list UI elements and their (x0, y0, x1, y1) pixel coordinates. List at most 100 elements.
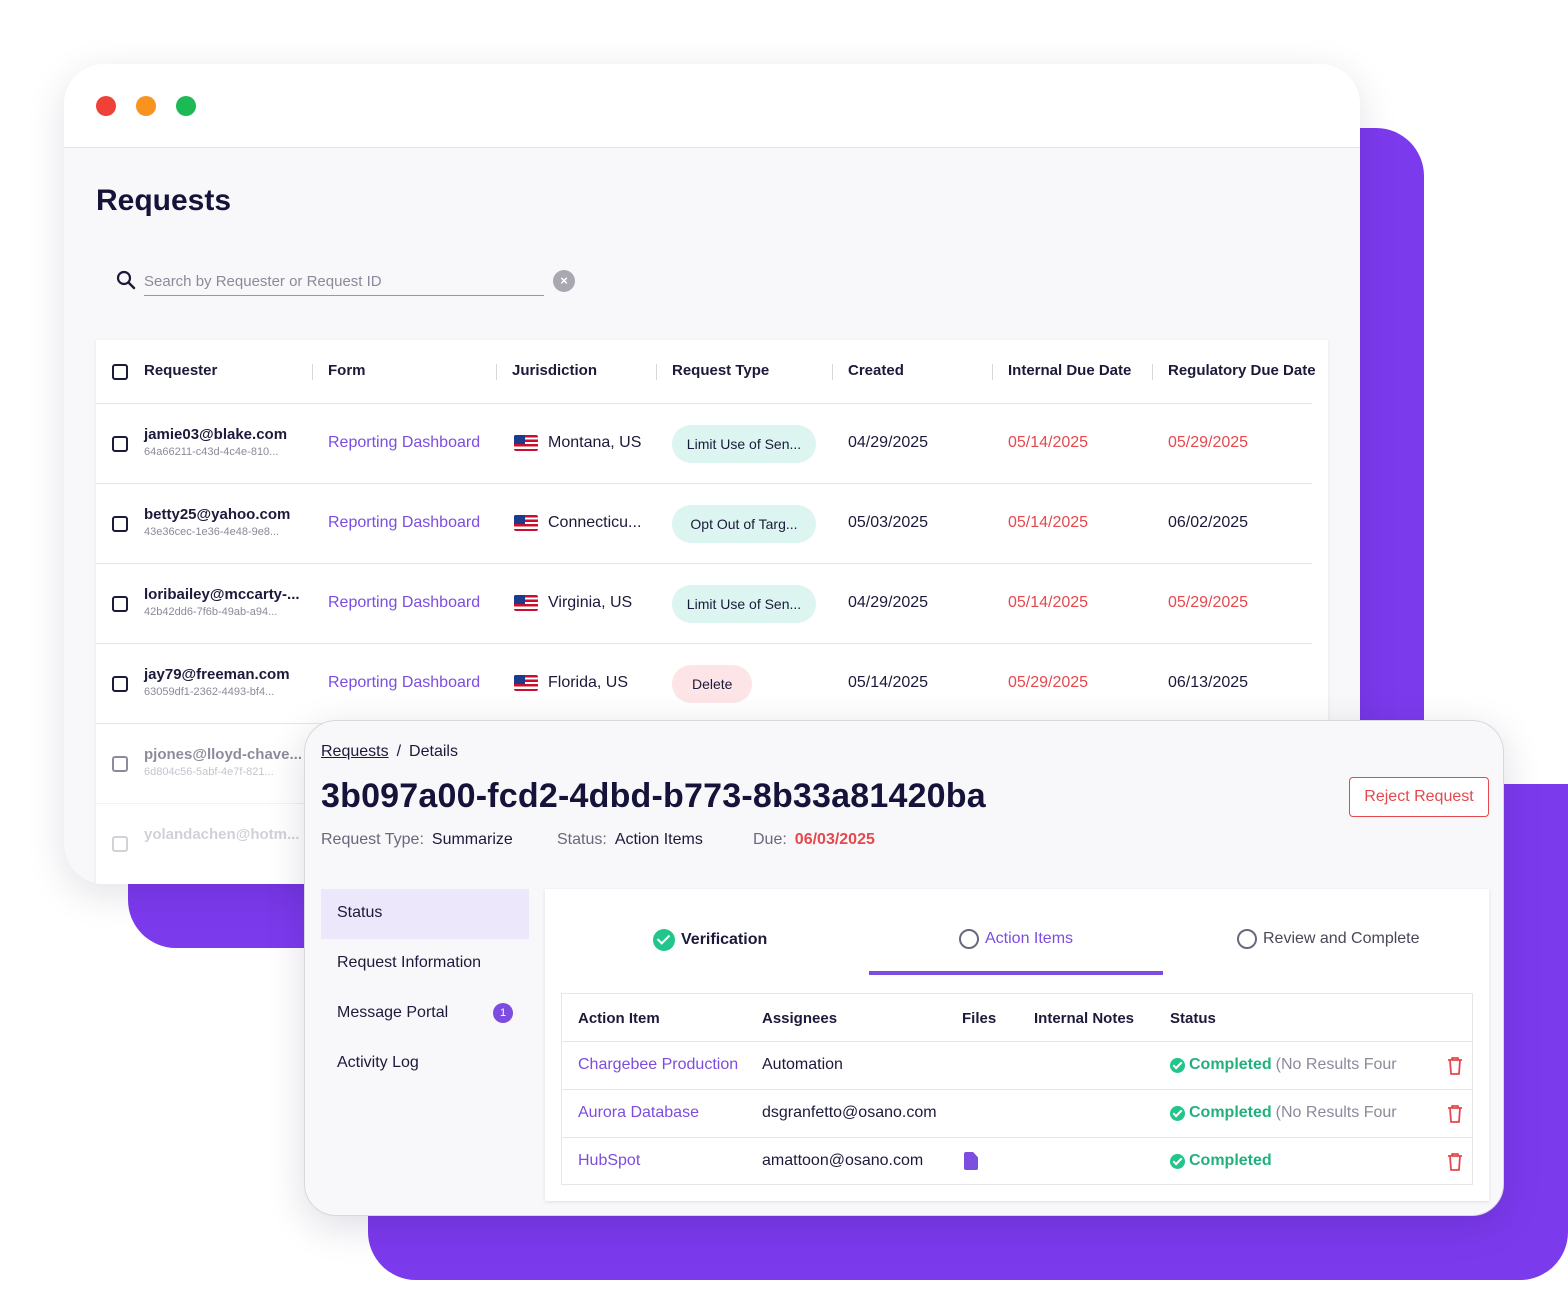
jurisdiction: Connecticu... (548, 514, 642, 531)
circle-outline-icon (959, 929, 979, 949)
us-flag-icon (514, 435, 538, 451)
search-icon (116, 270, 136, 290)
row-checkbox[interactable] (112, 836, 128, 852)
table-row[interactable]: betty25@yahoo.com 43e36cec-1e36-4e48-9e8… (96, 484, 1312, 564)
assignee: Automation (762, 1056, 843, 1073)
table-row[interactable]: jay79@freeman.com 63059df1-2362-4493-bf4… (96, 644, 1312, 724)
us-flag-icon (514, 675, 538, 691)
col-header-jurisdiction[interactable]: Jurisdiction (512, 362, 597, 379)
created-date: 04/29/2025 (848, 434, 929, 451)
jurisdiction: Montana, US (548, 434, 642, 451)
request-type-badge: Opt Out of Targ... (672, 505, 816, 543)
breadcrumb-requests-link[interactable]: Requests (321, 743, 389, 760)
col-header-internal-notes: Internal Notes (1034, 1010, 1135, 1027)
table-row[interactable]: jamie03@blake.com 64a66211-c43d-4c4e-810… (96, 404, 1312, 484)
window-close-button[interactable] (96, 96, 116, 116)
search-input[interactable] (144, 268, 544, 296)
form-link[interactable]: Reporting Dashboard (328, 594, 480, 612)
action-item-link[interactable]: Aurora Database (578, 1104, 699, 1122)
form-link[interactable]: Reporting Dashboard (328, 674, 480, 692)
trash-icon[interactable] (1446, 1104, 1464, 1124)
page-title: Requests (96, 184, 232, 217)
active-step-indicator (869, 971, 1163, 975)
row-checkbox[interactable] (112, 516, 128, 532)
nav-item-request-information[interactable]: Request Information (321, 939, 529, 989)
breadcrumb-current: Details (409, 743, 458, 760)
internal-due-date: 05/14/2025 (1008, 514, 1089, 531)
row-checkbox[interactable] (112, 436, 128, 452)
action-status: Completed (1170, 1152, 1276, 1170)
action-items-table: Action Item Assignees Files Internal Not… (561, 993, 1473, 1185)
request-id: 64a66211-c43d-4c4e-810... (144, 446, 279, 458)
request-id: 63059df1-2362-4493-bf4... (144, 686, 275, 698)
row-checkbox[interactable] (112, 676, 128, 692)
table-row[interactable]: loribailey@mccarty-... 42b42dd6-7f6b-49a… (96, 564, 1312, 644)
circle-outline-icon (1237, 929, 1257, 949)
assignee: dsgranfetto@osano.com (762, 1104, 937, 1121)
nav-item-activity-log[interactable]: Activity Log (321, 1039, 529, 1089)
row-checkbox[interactable] (112, 756, 128, 772)
action-item-row: HubSpot amattoon@osano.com Completed (562, 1138, 1472, 1186)
window-maximize-button[interactable] (176, 96, 196, 116)
trash-icon[interactable] (1446, 1056, 1464, 1076)
nav-item-message-portal[interactable]: Message Portal 1 (321, 989, 529, 1039)
col-header-action-item: Action Item (578, 1010, 660, 1027)
step-review-and-complete[interactable]: Review and Complete (1237, 929, 1420, 949)
check-circle-icon (1170, 1153, 1185, 1169)
check-circle-icon (1170, 1105, 1185, 1121)
col-header-internal-due[interactable]: Internal Due Date (1008, 362, 1131, 379)
request-type-badge: Limit Use of Sen... (672, 585, 816, 623)
col-header-requester[interactable]: Requester (144, 362, 217, 379)
request-type-badge: Delete (672, 665, 753, 703)
col-header-status: Status (1170, 1010, 1216, 1027)
request-id-title: 3b097a00-fcd2-4dbd-b773-8b33a81420ba (321, 777, 986, 815)
trash-icon[interactable] (1446, 1152, 1464, 1172)
col-header-regulatory-due[interactable]: Regulatory Due Date (1168, 362, 1316, 379)
meta-request-type: Request Type: Summarize (321, 831, 513, 848)
row-checkbox[interactable] (112, 596, 128, 612)
jurisdiction: Virginia, US (548, 594, 633, 611)
check-circle-icon (1170, 1057, 1185, 1073)
internal-due-date: 05/14/2025 (1008, 594, 1089, 611)
action-status: Completed (No Results Four (1170, 1056, 1397, 1074)
unread-count-badge: 1 (493, 1003, 513, 1023)
step-verification[interactable]: Verification (653, 929, 767, 951)
breadcrumb: Requests / Details (321, 743, 458, 761)
col-header-assignees: Assignees (762, 1010, 838, 1027)
form-link[interactable]: Reporting Dashboard (328, 434, 480, 452)
request-id: 42b42dd6-7f6b-49ab-a94... (144, 606, 278, 618)
reject-request-button[interactable]: Reject Request (1349, 777, 1489, 817)
window-minimize-button[interactable] (136, 96, 156, 116)
file-icon[interactable] (964, 1152, 978, 1170)
request-type-badge: Limit Use of Sen... (672, 425, 816, 463)
form-link[interactable]: Reporting Dashboard (328, 514, 480, 532)
requester-email: betty25@yahoo.com (144, 506, 291, 523)
created-date: 05/14/2025 (848, 674, 929, 691)
meta-status: Status: Action Items (557, 831, 703, 848)
requester-email: jamie03@blake.com (144, 426, 288, 443)
nav-item-status[interactable]: Status (321, 889, 529, 939)
step-action-items[interactable]: Action Items (959, 929, 1073, 949)
table-header: Requester Form Jurisdiction Request Type… (96, 340, 1316, 404)
created-date: 05/03/2025 (848, 514, 929, 531)
request-details-panel: Requests / Details 3b097a00-fcd2-4dbd-b773… (304, 720, 1504, 1216)
check-circle-icon (653, 929, 675, 951)
col-header-request-type[interactable]: Request Type (672, 362, 769, 379)
us-flag-icon (514, 595, 538, 611)
internal-due-date: 05/29/2025 (1008, 674, 1089, 691)
search-bar: × (116, 268, 576, 296)
regulatory-due-date: 05/29/2025 (1168, 594, 1249, 611)
action-item-row: Chargebee Production Automation Complete… (562, 1042, 1472, 1090)
window-titlebar (64, 64, 1360, 148)
select-all-checkbox[interactable] (112, 364, 128, 380)
col-header-form[interactable]: Form (328, 362, 366, 379)
us-flag-icon (514, 515, 538, 531)
x-circle-icon[interactable]: × (553, 270, 575, 292)
action-item-link[interactable]: HubSpot (578, 1152, 640, 1170)
action-item-link[interactable]: Chargebee Production (578, 1056, 738, 1074)
col-header-files: Files (962, 1010, 997, 1027)
details-side-nav: Status Request Information Message Porta… (321, 889, 529, 1089)
action-status: Completed (No Results Four (1170, 1104, 1397, 1122)
request-id: 43e36cec-1e36-4e48-9e8... (144, 526, 280, 538)
col-header-created[interactable]: Created (848, 362, 904, 379)
